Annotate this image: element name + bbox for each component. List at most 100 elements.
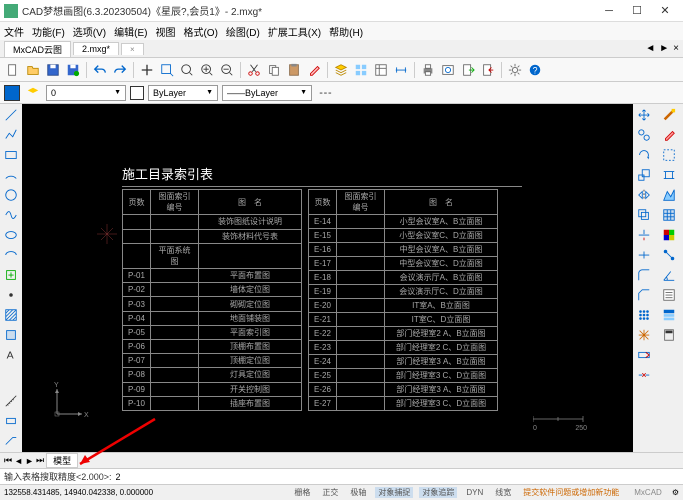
copy2-icon[interactable]: [635, 126, 653, 144]
polyline-icon[interactable]: [2, 126, 20, 144]
fillet-icon[interactable]: [635, 266, 653, 284]
spline-icon[interactable]: [2, 206, 20, 224]
zoom-window-icon[interactable]: [158, 61, 176, 79]
block-icon[interactable]: [352, 61, 370, 79]
linetype-icon[interactable]: [316, 84, 334, 102]
stretch-icon[interactable]: [635, 346, 653, 364]
menu-help[interactable]: 帮助(H): [329, 24, 363, 39]
color-swatch[interactable]: [130, 86, 144, 100]
break-icon[interactable]: [635, 366, 653, 384]
chamfer-icon[interactable]: [635, 286, 653, 304]
feedback-link[interactable]: 提交软件问题或增加新功能: [520, 487, 622, 498]
select-icon[interactable]: [660, 146, 678, 164]
menu-tools[interactable]: 扩展工具(X): [268, 24, 321, 39]
undo-icon[interactable]: [91, 61, 109, 79]
tab-nav-left[interactable]: ◄: [645, 43, 655, 54]
hatch-icon[interactable]: [2, 306, 20, 324]
minimize-button[interactable]: ─: [595, 2, 623, 20]
save-icon[interactable]: [44, 61, 62, 79]
tab-close[interactable]: ×: [121, 43, 144, 55]
menu-edit[interactable]: 编辑(E): [114, 24, 147, 39]
layer-icon[interactable]: [332, 61, 350, 79]
offset-icon[interactable]: [635, 206, 653, 224]
explode-icon[interactable]: [635, 326, 653, 344]
tab-model[interactable]: 模型: [46, 453, 78, 468]
saveas-icon[interactable]: [64, 61, 82, 79]
toggle-otrack[interactable]: 对象追踪: [419, 487, 457, 498]
mirror-icon[interactable]: [635, 186, 653, 204]
toggle-grid[interactable]: 栅格: [291, 487, 313, 498]
color-tool-icon[interactable]: [660, 226, 678, 244]
toggle-osnap[interactable]: 对象捕捉: [375, 487, 413, 498]
import-icon[interactable]: [479, 61, 497, 79]
toggle-ortho[interactable]: 正交: [319, 487, 341, 498]
measure-icon[interactable]: [2, 392, 20, 410]
tab-drawing[interactable]: 2.mxg*: [73, 42, 119, 55]
calc-icon[interactable]: [660, 326, 678, 344]
insert-block-icon[interactable]: [2, 266, 20, 284]
menu-function[interactable]: 功能(F): [32, 24, 65, 39]
query-icon[interactable]: [660, 306, 678, 324]
dim-tool-icon[interactable]: [660, 166, 678, 184]
ellipse-icon[interactable]: [2, 226, 20, 244]
trim-icon[interactable]: [635, 226, 653, 244]
tab-cloud[interactable]: MxCAD云图: [4, 41, 71, 57]
menu-format[interactable]: 格式(O): [183, 24, 217, 39]
print-icon[interactable]: [419, 61, 437, 79]
drawing-canvas[interactable]: 施工目录索引表 页数图面索引编号图 名 装饰图纸设计说明装饰材料代号表平面系统图…: [22, 104, 633, 452]
erase-icon[interactable]: [305, 61, 323, 79]
rect-icon[interactable]: [2, 146, 20, 164]
erase2-icon[interactable]: [660, 126, 678, 144]
ellipse-arc-icon[interactable]: [2, 246, 20, 264]
arc-icon[interactable]: [2, 166, 20, 184]
redo-icon[interactable]: [111, 61, 129, 79]
angle-icon[interactable]: [660, 266, 678, 284]
rotate-icon[interactable]: [635, 146, 653, 164]
tab-close-all[interactable]: ×: [673, 43, 679, 54]
preview-icon[interactable]: [439, 61, 457, 79]
layout-nav-prev[interactable]: ◄: [14, 456, 23, 466]
maximize-button[interactable]: ☐: [623, 2, 651, 20]
dist-icon[interactable]: [660, 246, 678, 264]
grid-icon[interactable]: [660, 206, 678, 224]
settings-icon[interactable]: [506, 61, 524, 79]
pan-icon[interactable]: [138, 61, 156, 79]
toggle-polar[interactable]: 极轴: [347, 487, 369, 498]
layer-color-swatch[interactable]: [4, 85, 20, 101]
move-icon[interactable]: [635, 106, 653, 124]
help-icon[interactable]: ?: [526, 61, 544, 79]
toggle-lwt[interactable]: 线宽: [492, 487, 514, 498]
tab-nav-right[interactable]: ►: [659, 43, 669, 54]
line-icon[interactable]: [2, 106, 20, 124]
lineweight-combo[interactable]: —— ByLayer▼: [222, 85, 312, 101]
zoom-out-icon[interactable]: [218, 61, 236, 79]
new-icon[interactable]: [4, 61, 22, 79]
scale-icon[interactable]: [635, 166, 653, 184]
match-icon[interactable]: [660, 106, 678, 124]
zoom-extents-icon[interactable]: [178, 61, 196, 79]
menu-options[interactable]: 选项(V): [73, 24, 106, 39]
layout-nav-last[interactable]: ⏭: [36, 455, 44, 466]
dim-icon[interactable]: [392, 61, 410, 79]
copy-icon[interactable]: [265, 61, 283, 79]
close-button[interactable]: ✕: [651, 2, 679, 20]
layer-manager-icon[interactable]: [24, 84, 42, 102]
paste-icon[interactable]: [285, 61, 303, 79]
layout-nav-next[interactable]: ►: [25, 456, 34, 466]
circle-icon[interactable]: [2, 186, 20, 204]
zoom-in-icon[interactable]: [198, 61, 216, 79]
dim-linear-icon[interactable]: [2, 412, 20, 430]
area-icon[interactable]: [660, 186, 678, 204]
linetype-combo[interactable]: ByLayer▼: [148, 85, 218, 101]
open-icon[interactable]: [24, 61, 42, 79]
list-icon[interactable]: [660, 286, 678, 304]
layout-nav-first[interactable]: ⏮: [4, 455, 12, 466]
properties-icon[interactable]: [372, 61, 390, 79]
toggle-dyn[interactable]: DYN: [463, 488, 486, 497]
export-icon[interactable]: [459, 61, 477, 79]
menu-draw[interactable]: 绘图(D): [226, 24, 260, 39]
status-config-icon[interactable]: ⚙: [672, 488, 679, 497]
leader-icon[interactable]: [2, 432, 20, 450]
mtext-icon[interactable]: A: [2, 346, 20, 364]
cut-icon[interactable]: [245, 61, 263, 79]
